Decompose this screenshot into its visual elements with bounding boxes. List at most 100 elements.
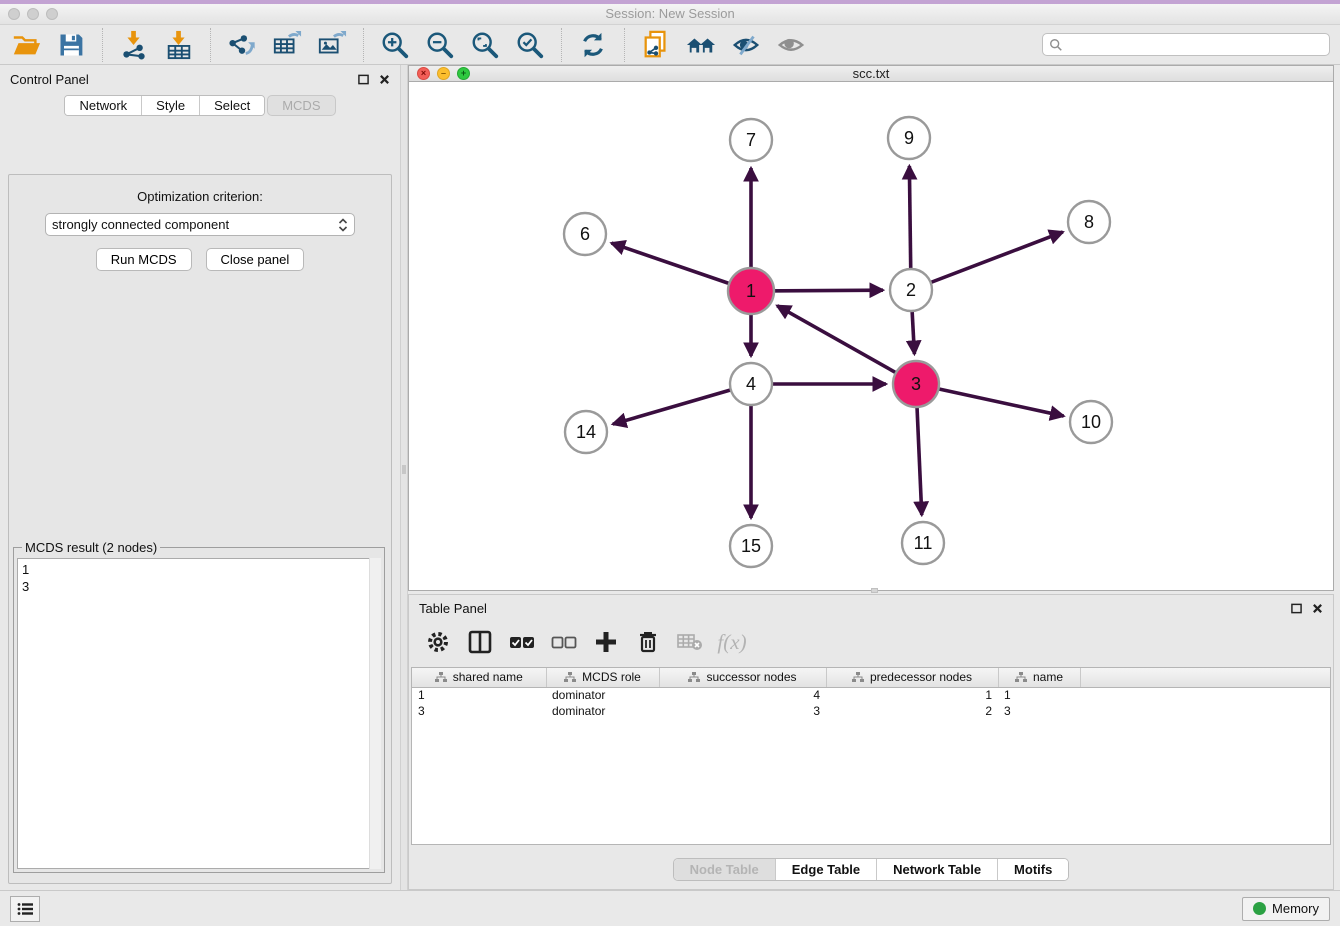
main-toolbar <box>0 25 1340 65</box>
node-table[interactable]: shared nameMCDS rolesuccessor nodesprede… <box>411 667 1331 845</box>
network-minimize-button[interactable]: – <box>437 67 450 80</box>
float-panel-icon[interactable] <box>358 74 369 85</box>
tab-node-table[interactable]: Node Table <box>674 859 776 880</box>
task-history-button[interactable] <box>10 896 40 922</box>
add-column-icon[interactable] <box>593 629 619 655</box>
mcds-result-title: MCDS result (2 nodes) <box>22 540 160 555</box>
close-window-button[interactable] <box>8 8 20 20</box>
float-panel-icon[interactable] <box>1291 603 1302 614</box>
graph-node-10[interactable]: 10 <box>1070 401 1112 443</box>
run-mcds-button[interactable]: Run MCDS <box>96 248 192 271</box>
search-input[interactable] <box>1067 38 1323 52</box>
columns-icon[interactable] <box>467 629 493 655</box>
control-panel: Control Panel NetworkStyleSelectMCDS Opt… <box>0 65 400 890</box>
network-window: × – + scc.txt 7 9 6 8 1 2 4 3 14 10 15 11 <box>408 65 1334 591</box>
network-window-title: scc.txt <box>409 66 1333 81</box>
zoom-fit-icon[interactable] <box>469 29 501 61</box>
graph-node-15[interactable]: 15 <box>730 525 772 567</box>
result-scrollbar[interactable] <box>369 558 381 869</box>
optimization-criterion-label: Optimization criterion: <box>9 189 391 204</box>
hide-graphics-details-icon[interactable] <box>730 29 762 61</box>
svg-text:2: 2 <box>906 280 916 300</box>
apply-layout-icon[interactable] <box>577 29 609 61</box>
tab-select[interactable]: Select <box>200 96 264 115</box>
optimization-criterion-select[interactable]: strongly connected component <box>45 213 355 236</box>
memory-status-icon <box>1253 902 1266 915</box>
memory-button[interactable]: Memory <box>1242 897 1330 921</box>
app-titlebar: Session: New Session <box>0 4 1340 25</box>
close-panel-button[interactable]: Close panel <box>206 248 305 271</box>
network-close-button[interactable]: × <box>417 67 430 80</box>
import-network-icon[interactable] <box>118 29 150 61</box>
tab-edge-table[interactable]: Edge Table <box>776 859 877 880</box>
deselect-all-icon[interactable] <box>551 629 577 655</box>
search-icon <box>1049 38 1063 52</box>
svg-text:10: 10 <box>1081 412 1101 432</box>
svg-text:4: 4 <box>746 374 756 394</box>
graph-node-9[interactable]: 9 <box>888 117 930 159</box>
svg-text:1: 1 <box>746 281 756 301</box>
zoom-out-icon[interactable] <box>424 29 456 61</box>
show-all-networks-icon[interactable] <box>685 29 717 61</box>
table-row[interactable]: 1dominator411 <box>412 687 1330 703</box>
tab-network-table[interactable]: Network Table <box>877 859 998 880</box>
network-canvas[interactable]: 7 9 6 8 1 2 4 3 14 10 15 11 <box>409 82 1333 590</box>
control-panel-title: Control Panel <box>10 72 358 87</box>
mcds-result-list[interactable]: 1 3 <box>17 558 381 869</box>
table-panel: Table Panel <box>408 594 1334 890</box>
graph-node-7[interactable]: 7 <box>730 119 772 161</box>
column-header-MCDS-role[interactable]: MCDS role <box>546 668 659 687</box>
export-image-icon[interactable] <box>316 29 348 61</box>
delete-column-icon[interactable] <box>635 629 661 655</box>
zoom-in-icon[interactable] <box>379 29 411 61</box>
edge-2-8[interactable] <box>911 232 1063 290</box>
zoom-window-button[interactable] <box>46 8 58 20</box>
delete-table-icon[interactable] <box>677 629 703 655</box>
export-table-icon[interactable] <box>271 29 303 61</box>
divider-grip[interactable] <box>402 465 406 474</box>
graph-node-14[interactable]: 14 <box>565 411 607 453</box>
graph-node-6[interactable]: 6 <box>564 213 606 255</box>
tab-mcds[interactable]: MCDS <box>267 95 335 116</box>
search-box[interactable] <box>1042 33 1330 56</box>
show-graphics-details-icon[interactable] <box>775 29 807 61</box>
table-panel-title: Table Panel <box>419 601 1291 616</box>
open-file-icon[interactable] <box>10 29 42 61</box>
duplicate-network-icon[interactable] <box>640 29 672 61</box>
graph-node-2[interactable]: 2 <box>890 269 932 311</box>
pane-splitter-grip[interactable] <box>871 588 878 593</box>
gear-icon[interactable] <box>425 629 451 655</box>
close-panel-icon[interactable] <box>379 74 390 85</box>
close-panel-icon[interactable] <box>1312 603 1323 614</box>
mcds-result-group: MCDS result (2 nodes) 1 3 <box>13 547 385 873</box>
column-header-shared-name[interactable]: shared name <box>412 668 546 687</box>
function-builder-icon[interactable]: f(x) <box>719 629 745 655</box>
zoom-selected-icon[interactable] <box>514 29 546 61</box>
table-tabs: Node TableEdge TableNetwork TableMotifs <box>673 858 1070 881</box>
list-icon <box>17 902 33 916</box>
svg-text:15: 15 <box>741 536 761 556</box>
graph-node-1[interactable]: 1 <box>728 268 774 314</box>
graph-node-4[interactable]: 4 <box>730 363 772 405</box>
table-row[interactable]: 3dominator323 <box>412 703 1330 719</box>
svg-text:8: 8 <box>1084 212 1094 232</box>
column-header-predecessor-nodes[interactable]: predecessor nodes <box>826 668 998 687</box>
minimize-window-button[interactable] <box>27 8 39 20</box>
save-session-icon[interactable] <box>55 29 87 61</box>
network-maximize-button[interactable]: + <box>457 67 470 80</box>
graph-node-8[interactable]: 8 <box>1068 201 1110 243</box>
select-all-icon[interactable] <box>509 629 535 655</box>
tab-network[interactable]: Network <box>65 96 142 115</box>
graph-node-3[interactable]: 3 <box>893 361 939 407</box>
toolbar-separator <box>363 28 364 62</box>
window-controls[interactable] <box>8 8 58 20</box>
import-table-icon[interactable] <box>163 29 195 61</box>
column-header-name[interactable]: name <box>998 668 1080 687</box>
export-network-icon[interactable] <box>226 29 258 61</box>
tab-motifs[interactable]: Motifs <box>998 859 1068 880</box>
column-header-filler <box>1080 668 1330 687</box>
column-header-successor-nodes[interactable]: successor nodes <box>659 668 826 687</box>
panel-divider[interactable] <box>400 65 408 890</box>
graph-node-11[interactable]: 11 <box>902 522 944 564</box>
tab-style[interactable]: Style <box>142 96 200 115</box>
